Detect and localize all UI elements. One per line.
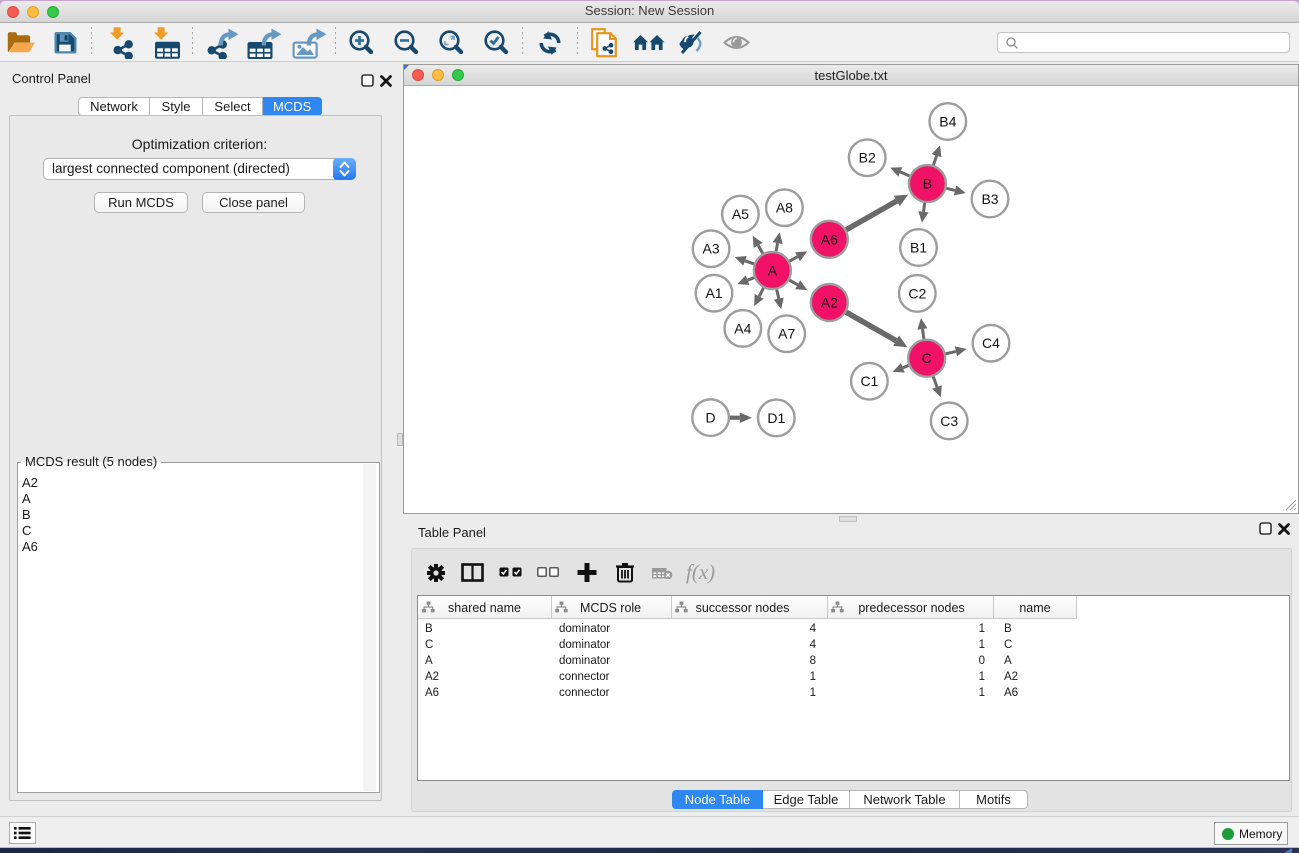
svg-text:A8: A8 (776, 200, 793, 216)
svg-text:C4: C4 (982, 335, 1000, 351)
svg-text:C: C (922, 350, 932, 366)
svg-text:B1: B1 (910, 240, 927, 256)
svg-text:A4: A4 (734, 320, 751, 336)
svg-text:B: B (923, 176, 932, 192)
svg-text:B4: B4 (939, 114, 956, 130)
svg-text:C2: C2 (908, 285, 926, 301)
svg-text:A3: A3 (703, 241, 720, 257)
svg-text:D1: D1 (767, 410, 785, 426)
svg-text:B3: B3 (981, 191, 998, 207)
svg-text:A2: A2 (821, 295, 838, 311)
svg-text:A5: A5 (732, 206, 749, 222)
svg-text:B2: B2 (859, 150, 876, 166)
svg-text:A7: A7 (778, 326, 795, 342)
svg-text:A: A (768, 263, 778, 279)
svg-text:D: D (706, 410, 716, 426)
svg-text:A1: A1 (705, 285, 722, 301)
svg-text:A6: A6 (821, 231, 838, 247)
svg-text:C1: C1 (860, 373, 878, 389)
svg-text:C3: C3 (940, 413, 958, 429)
